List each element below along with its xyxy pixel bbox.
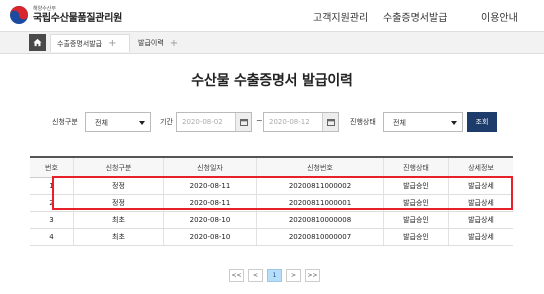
- row-number: 2: [30, 195, 74, 211]
- detail-link[interactable]: 발급상세: [449, 212, 513, 228]
- column-header: 신청번호: [257, 158, 384, 177]
- table-row[interactable]: 1 정정 2020-08-11 20200811000002 발급승인 발급상세: [30, 178, 513, 195]
- detail-link[interactable]: 발급상세: [449, 229, 513, 245]
- request-date: 2020-08-10: [164, 212, 257, 228]
- plus-icon[interactable]: +: [170, 38, 178, 49]
- column-header: 상세정보: [468, 163, 494, 172]
- column-header: 신청구분: [74, 158, 164, 177]
- request-type: 최초: [74, 212, 164, 228]
- tab-bar: 수출증명서발급 + 발급이력 +: [0, 31, 544, 54]
- history-table: 번호 신청구분 신청일자 신청번호 진행상태 상세정보 1 정정 2020-08…: [30, 156, 513, 246]
- request-type: 정정: [74, 178, 164, 194]
- page-title: 수산물 수출증명서 발급이력: [191, 73, 353, 89]
- column-header: 신청일자: [164, 158, 257, 177]
- tab-export-certificate[interactable]: 수출증명서발급 +: [50, 34, 130, 52]
- table-row[interactable]: 4 최초 2020-08-10 20200810000007 발급승인 발급상세: [30, 229, 513, 246]
- type-select-value: 전체: [95, 119, 108, 127]
- search-filter: 신청구분 전체 기간 2020-08-02 ~ 2020-08-12 진행상태 …: [0, 110, 544, 134]
- caret-down-icon: [139, 121, 145, 125]
- logo-ministry-name: 해양수산부: [33, 5, 57, 12]
- date-to-placeholder: 2020-08-12: [269, 118, 310, 126]
- prev-page-button[interactable]: <: [248, 269, 263, 282]
- row-number: 3: [30, 212, 74, 228]
- calendar-icon[interactable]: [322, 113, 338, 131]
- request-date: 2020-08-10: [164, 229, 257, 245]
- detail-link[interactable]: 발급상세: [449, 178, 513, 194]
- tab-label: 수출증명서발급: [57, 39, 103, 48]
- request-number: 20200811000002: [257, 178, 384, 194]
- home-icon: [33, 38, 42, 47]
- row-number: 4: [30, 229, 74, 245]
- request-date: 2020-08-11: [164, 178, 257, 194]
- table-row[interactable]: 2 정정 2020-08-11 20200811000001 발급승인 발급상세: [30, 195, 513, 212]
- detail-link[interactable]: 발급상세: [449, 195, 513, 211]
- current-page-button[interactable]: 1: [267, 269, 282, 282]
- request-type: 정정: [74, 195, 164, 211]
- type-select[interactable]: 전체: [85, 112, 151, 132]
- column-header: 번호: [30, 158, 74, 177]
- status-select-value: 전체: [393, 119, 406, 127]
- date-to-input[interactable]: 2020-08-12: [263, 112, 339, 132]
- caret-down-icon: [451, 121, 457, 125]
- taegeuk-logo-icon: [8, 4, 30, 26]
- next-page-button[interactable]: >: [286, 269, 301, 282]
- nav-export-certificate[interactable]: 수출증명서발급: [383, 9, 447, 24]
- request-number: 20200811000001: [257, 195, 384, 211]
- nav-usage-guide[interactable]: 이용안내: [481, 9, 518, 24]
- status-label: 진행상태: [350, 118, 376, 126]
- column-header: 진행상태: [384, 158, 449, 177]
- plus-icon[interactable]: +: [108, 38, 116, 49]
- progress-status: 발급승인: [384, 178, 449, 194]
- progress-status: 발급승인: [384, 212, 449, 228]
- mof-logo[interactable]: 해양수산부 국립수산물품질관리원: [8, 3, 122, 27]
- period-label: 기간: [160, 118, 173, 126]
- tab-label: 발급이력: [138, 39, 164, 47]
- app-header: 해양수산부 국립수산물품질관리원 고객지원관리 수출증명서발급 이용안내: [0, 0, 544, 30]
- request-number: 20200810000008: [257, 212, 384, 228]
- date-from-placeholder: 2020-08-02: [182, 118, 223, 126]
- progress-status: 발급승인: [384, 195, 449, 211]
- last-page-button[interactable]: >>: [305, 269, 320, 282]
- table-header-row: 번호 신청구분 신청일자 신청번호 진행상태 상세정보: [30, 158, 513, 178]
- table-row[interactable]: 3 최초 2020-08-10 20200810000008 발급승인 발급상세: [30, 212, 513, 229]
- request-type: 최초: [74, 229, 164, 245]
- type-label: 신청구분: [52, 118, 78, 126]
- search-button[interactable]: 조회: [467, 112, 497, 132]
- request-number: 20200810000007: [257, 229, 384, 245]
- nav-customer-support[interactable]: 고객지원관리: [313, 9, 368, 24]
- home-button[interactable]: [29, 34, 46, 51]
- date-from-input[interactable]: 2020-08-02: [176, 112, 252, 132]
- date-separator: ~: [256, 116, 263, 125]
- calendar-icon[interactable]: [235, 113, 251, 131]
- first-page-button[interactable]: <<: [229, 269, 244, 282]
- tab-issue-history[interactable]: 발급이력 +: [132, 34, 187, 52]
- request-date: 2020-08-11: [164, 195, 257, 211]
- logo-agency-name: 국립수산물품질관리원: [33, 12, 123, 24]
- status-select[interactable]: 전체: [383, 112, 463, 132]
- pagination: << < 1 > >>: [229, 269, 324, 282]
- row-number: 1: [30, 178, 74, 194]
- progress-status: 발급승인: [384, 229, 449, 245]
